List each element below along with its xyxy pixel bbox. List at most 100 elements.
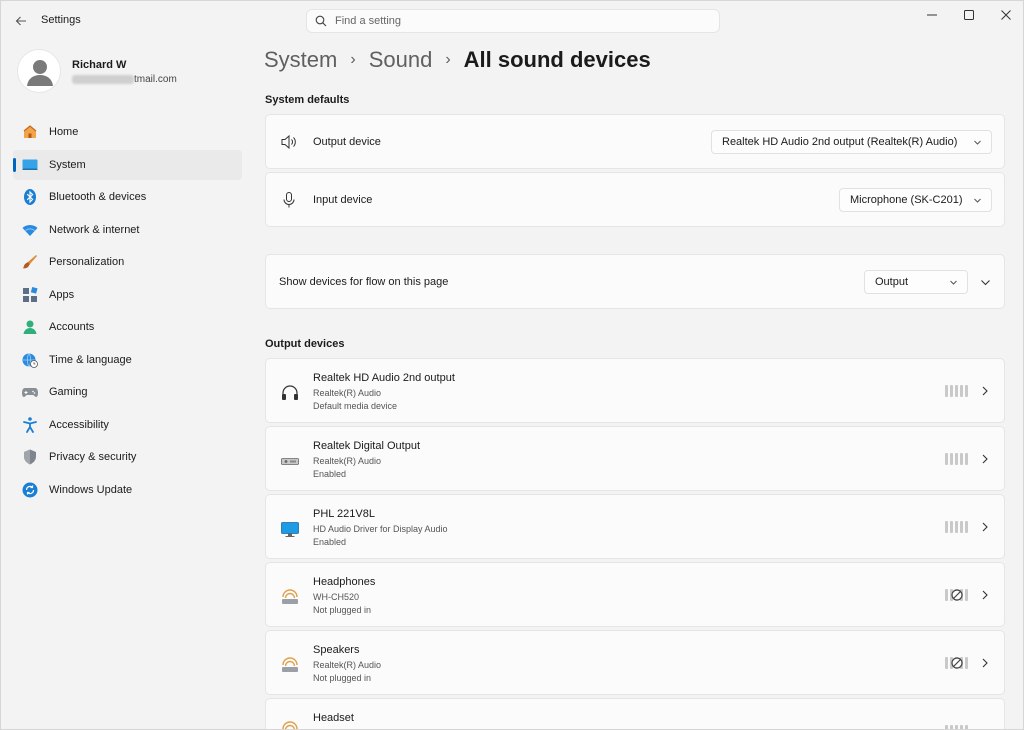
search-input[interactable]	[335, 15, 695, 27]
device-name: Headset	[313, 712, 354, 724]
home-icon	[21, 123, 39, 141]
wifi-icon	[21, 221, 39, 239]
device-row[interactable]: PHL 221V8L HD Audio Driver for Display A…	[265, 494, 1005, 559]
sidebar-item-apps[interactable]: Apps	[13, 280, 242, 310]
volume-meter	[945, 385, 969, 397]
back-button[interactable]	[11, 11, 31, 31]
chevron-right-icon	[980, 657, 990, 669]
sidebar-item-windows-update[interactable]: Windows Update	[13, 475, 242, 505]
unplugged-meter-icon	[945, 657, 969, 669]
device-name: Realtek Digital Output	[313, 440, 420, 452]
sidebar-item-label: Network & internet	[49, 223, 140, 236]
flow-dropdown[interactable]: Output	[864, 270, 968, 294]
close-button[interactable]	[983, 1, 1023, 29]
search-box[interactable]	[306, 9, 720, 33]
chevron-right-icon	[980, 521, 990, 533]
device-row[interactable]: Speakers Realtek(R) Audio Not plugged in	[265, 630, 1005, 695]
sidebar-item-accessibility[interactable]: Accessibility	[13, 410, 242, 440]
device-driver: Realtek(R) Audio	[313, 388, 382, 398]
device-row[interactable]: Realtek Digital Output Realtek(R) Audio …	[265, 426, 1005, 491]
avatar-person-icon	[27, 60, 53, 86]
device-name: Speakers	[313, 644, 360, 656]
flow-value: Output	[875, 276, 909, 288]
breadcrumb-separator: ›	[350, 51, 356, 68]
device-driver: Realtek(R) Audio	[313, 456, 382, 466]
device-name: Realtek HD Audio 2nd output	[313, 372, 455, 384]
unplugged-meter-icon	[945, 725, 969, 729]
volume-meter	[945, 521, 969, 533]
bluetooth-audio-icon	[280, 655, 300, 675]
sidebar-item-label: Bluetooth & devices	[49, 191, 147, 203]
device-status: Not plugged in	[313, 673, 372, 683]
redacted-email	[72, 74, 134, 84]
sidebar-item-gaming[interactable]: Gaming	[13, 377, 242, 407]
sidebar-item-system[interactable]: System	[13, 149, 242, 180]
sidebar-item-label: Privacy & security	[49, 451, 137, 463]
device-name: PHL 221V8L	[313, 508, 375, 520]
gamepad-icon	[21, 383, 39, 401]
sidebar-item-label: Gaming	[49, 386, 88, 398]
sidebar-item-bluetooth[interactable]: Bluetooth & devices	[13, 182, 242, 212]
sidebar-item-home[interactable]: Home	[13, 117, 242, 147]
output-device-label: Output device	[313, 136, 381, 148]
sidebar-item-label: Personalization	[49, 256, 125, 268]
sidebar-item-label: Accounts	[49, 321, 95, 333]
device-driver: HD Audio Driver for Display Audio	[313, 524, 448, 534]
sidebar-item-label: Time & language	[49, 353, 132, 366]
sidebar-item-network[interactable]: Network & internet	[13, 215, 242, 245]
unplugged-meter-icon	[945, 589, 969, 601]
input-device-card: Input device Microphone (SK-C201)	[265, 172, 1005, 227]
sidebar-item-label: Home	[49, 126, 79, 138]
device-row[interactable]: Headset	[265, 698, 1005, 729]
device-row[interactable]: Headphones WH-CH520 Not plugged in	[265, 562, 1005, 627]
breadcrumb-system[interactable]: System	[264, 47, 337, 73]
close-icon	[1001, 10, 1011, 20]
expand-chevron-icon[interactable]	[977, 275, 993, 289]
sidebar-item-label: System	[49, 158, 86, 171]
output-device-dropdown[interactable]: Realtek HD Audio 2nd output (Realtek(R) …	[711, 130, 992, 154]
user-email: tmail.com	[72, 74, 177, 85]
input-device-value: Microphone (SK-C201)	[850, 194, 963, 206]
chevron-right-icon	[980, 589, 990, 601]
device-row[interactable]: Realtek HD Audio 2nd output Realtek(R) A…	[265, 358, 1005, 423]
chevron-right-icon	[980, 385, 990, 397]
input-device-label: Input device	[313, 194, 373, 206]
sidebar-item-label: Windows Update	[49, 483, 133, 496]
accounts-icon	[21, 318, 39, 336]
sidebar-item-time-language[interactable]: Time & language	[13, 345, 242, 375]
search-icon	[315, 15, 327, 27]
flow-card[interactable]: Show devices for flow on this page Outpu…	[265, 254, 1005, 309]
output-device-card: Output device Realtek HD Audio 2nd outpu…	[265, 114, 1005, 169]
breadcrumb-separator: ›	[445, 51, 451, 68]
sidebar-item-personalization[interactable]: Personalization	[13, 247, 242, 277]
device-name: Headphones	[313, 576, 376, 588]
settings-window: Settings Richard W tmail.com Home Sys	[0, 0, 1024, 730]
bluetooth-icon	[21, 188, 39, 206]
chevron-down-icon	[974, 198, 981, 203]
breadcrumb: System › Sound › All sound devices	[264, 47, 651, 73]
output-device-value: Realtek HD Audio 2nd output (Realtek(R) …	[722, 136, 958, 148]
accessibility-icon	[21, 416, 39, 434]
sidebar-item-privacy[interactable]: Privacy & security	[13, 442, 242, 472]
user-email-suffix: tmail.com	[134, 74, 177, 85]
volume-meter	[945, 453, 969, 465]
device-status: Enabled	[313, 469, 347, 479]
minimize-icon	[927, 14, 937, 16]
update-icon	[21, 481, 39, 499]
digital-output-icon	[280, 451, 300, 471]
input-device-dropdown[interactable]: Microphone (SK-C201)	[839, 188, 992, 212]
breadcrumb-sound[interactable]: Sound	[369, 47, 433, 73]
device-status: Not plugged in	[313, 605, 372, 615]
chevron-right-icon	[980, 453, 990, 465]
headphones-icon	[280, 383, 300, 403]
output-devices-heading: Output devices	[265, 338, 345, 350]
sidebar-item-label: Apps	[49, 288, 75, 301]
speaker-icon	[280, 133, 298, 151]
device-status: Enabled	[313, 537, 347, 547]
bluetooth-audio-icon	[280, 719, 300, 729]
globe-clock-icon	[21, 351, 39, 369]
app-title: Settings	[41, 14, 81, 26]
system-defaults-heading: System defaults	[265, 94, 350, 106]
sidebar-item-accounts[interactable]: Accounts	[13, 312, 242, 342]
device-driver: Realtek(R) Audio	[313, 660, 382, 670]
